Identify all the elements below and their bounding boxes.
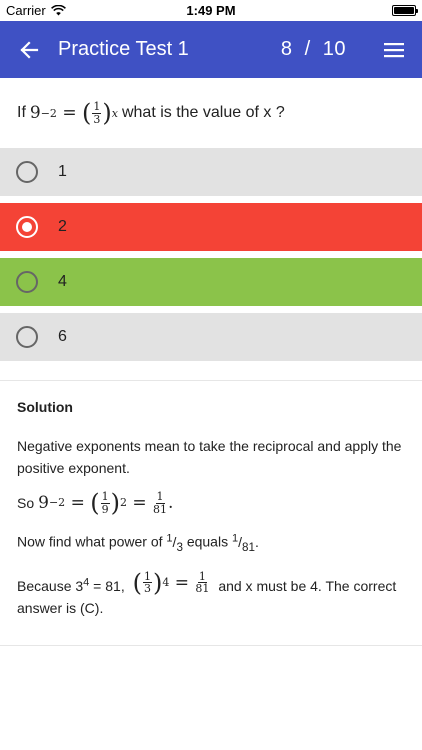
answer-option-2[interactable]: 2	[0, 203, 422, 251]
radio-unchecked-icon[interactable]	[16, 161, 38, 183]
solution-fraction-1-81: 1/81.	[231, 532, 259, 554]
answer-option-label: 1	[58, 163, 67, 180]
answer-option-label: 4	[58, 273, 67, 290]
solution-p2-prefix: So	[17, 495, 35, 512]
answer-option-4[interactable]: 6	[0, 313, 422, 361]
question-prefix: If	[17, 104, 26, 121]
solution-panel: Solution Negative exponents mean to take…	[0, 381, 422, 619]
answer-option-3[interactable]: 4	[0, 258, 422, 306]
bottom-divider	[0, 645, 422, 646]
solution-p4-eq: = 81,	[89, 577, 125, 594]
solution-equation-1: 9 −2 = (1 9) 2 = 1 81.	[38, 489, 174, 518]
solution-paragraph-3: Now find what power of 1/3 equals 1/81.	[17, 527, 405, 558]
answer-option-label: 2	[58, 218, 67, 235]
solution-paragraph-4: Because 34 = 81, (1 3) 4 = 1 81 and x must …	[17, 568, 405, 619]
solution-p4-prefix: Because 3	[17, 577, 84, 594]
radio-unchecked-icon[interactable]	[16, 326, 38, 348]
solution-fraction-1-3: 1/3	[166, 532, 183, 554]
radio-checked-icon[interactable]	[16, 216, 38, 238]
menu-button[interactable]	[382, 38, 406, 62]
question-suffix: what is the value of x ?	[121, 104, 285, 121]
answer-option-1[interactable]: 1	[0, 148, 422, 196]
status-bar: Carrier 1:49 PM	[0, 0, 422, 21]
arrow-left-icon	[20, 40, 39, 59]
question-counter: 8 / 10	[280, 38, 346, 60]
question-text: If 9 −2 = (1 3) x what is the value of x ?	[0, 78, 422, 148]
solution-paragraph-2: So 9 −2 = (1 9) 2 = 1 81.	[17, 491, 405, 515]
wifi-icon	[50, 5, 66, 16]
question-equation: 9 −2 = (1 3) x	[29, 99, 118, 127]
radio-unchecked-icon[interactable]	[16, 271, 38, 293]
solution-paragraph-1: Negative exponents mean to take the reci…	[17, 438, 402, 476]
carrier-label: Carrier	[6, 3, 46, 18]
solution-heading: Solution	[17, 399, 73, 415]
back-button[interactable]	[16, 37, 42, 63]
hamburger-icon	[384, 42, 404, 57]
answer-option-label: 6	[58, 328, 67, 345]
battery-icon	[392, 5, 418, 16]
answer-options: 1 2 4 6	[0, 148, 422, 368]
status-left: Carrier	[6, 3, 66, 18]
solution-p3-prefix: Now find what power of	[17, 533, 163, 550]
page-title: Practice Test 1	[58, 38, 189, 60]
solution-equation-2: (1 3) 4 = 1 81	[132, 568, 210, 597]
solution-p3-mid: equals	[186, 533, 229, 550]
app-bar: Practice Test 1 8 / 10	[0, 21, 422, 78]
